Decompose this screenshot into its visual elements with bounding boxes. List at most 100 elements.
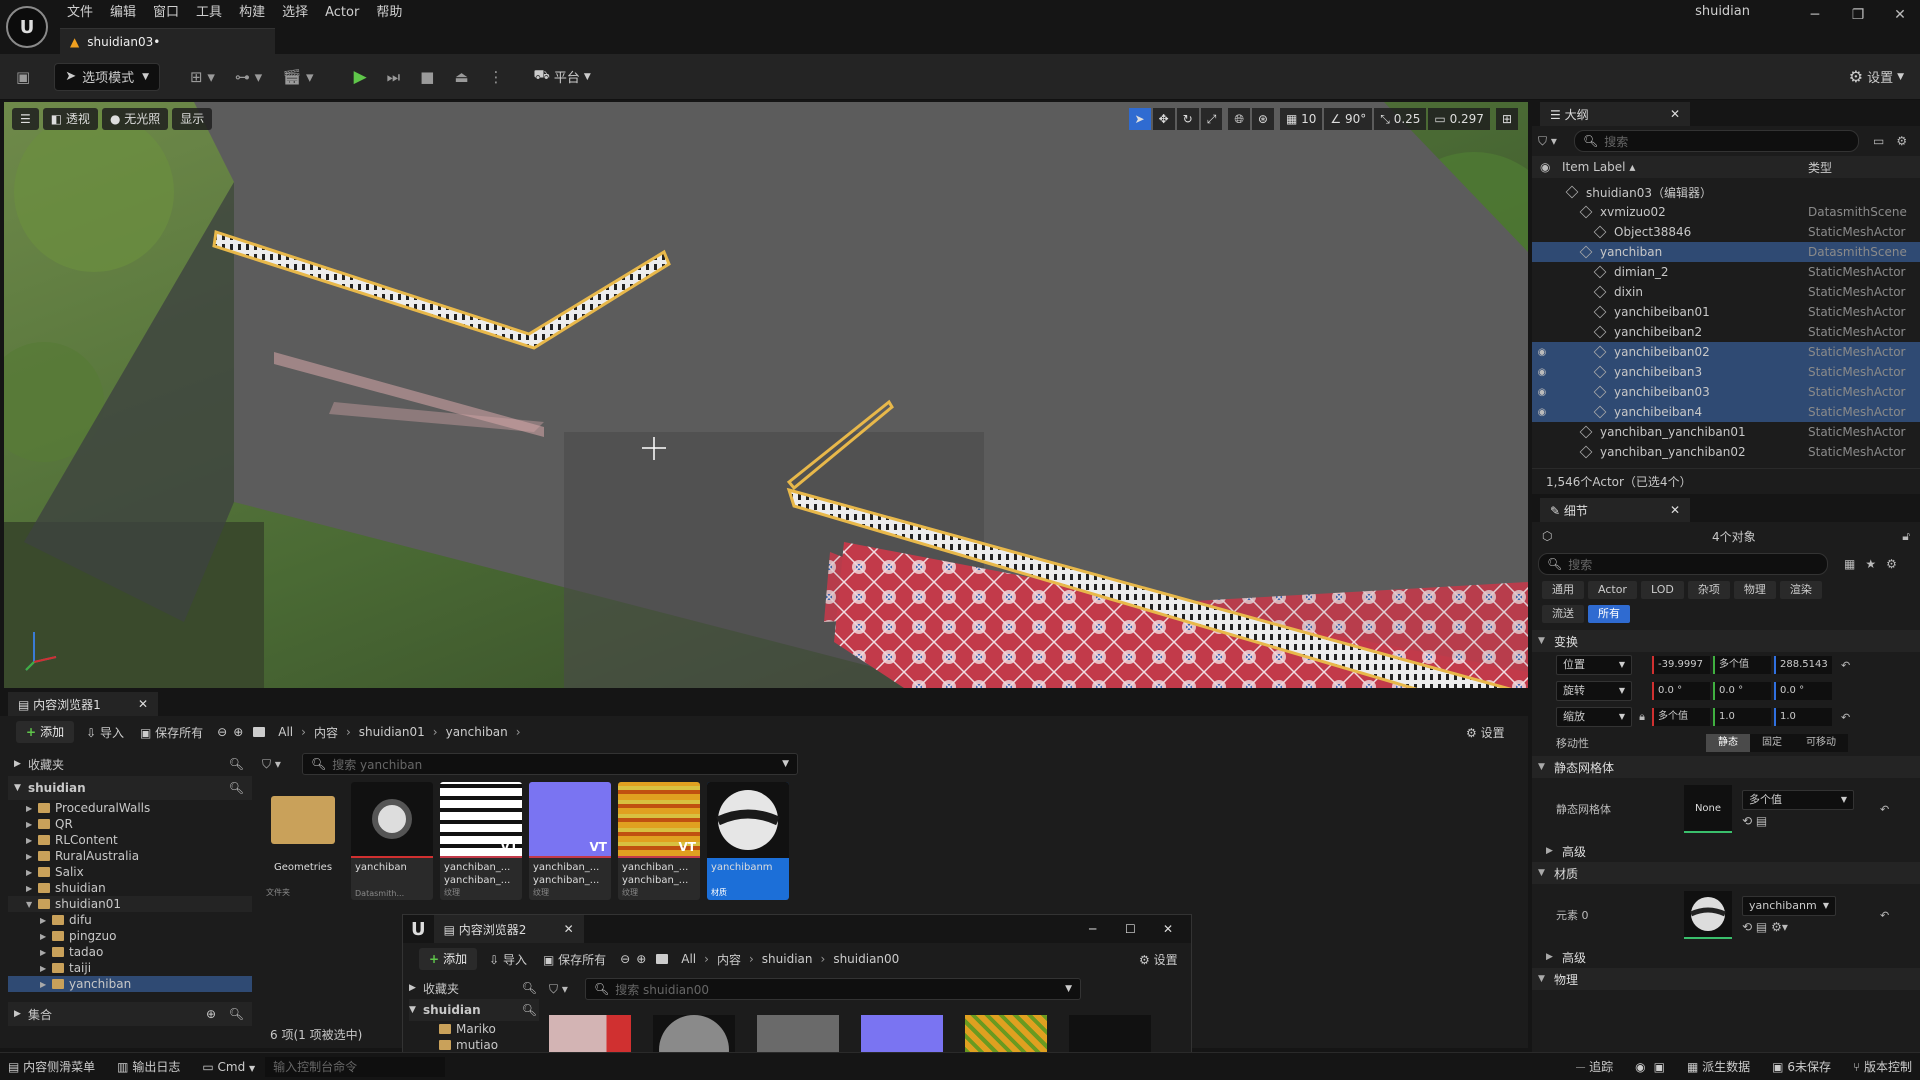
- asset-tile[interactable]: Geometries 文件夹: [262, 782, 344, 900]
- outliner-row[interactable]: Object38846 StaticMeshActor: [1532, 222, 1920, 242]
- material-picker[interactable]: yanchibanm ▼: [1742, 896, 1836, 916]
- show-button[interactable]: 显示: [172, 108, 213, 130]
- level-tab[interactable]: ▲ shuidian03•: [60, 28, 275, 54]
- eye-icon[interactable]: ◉: [1532, 407, 1552, 418]
- physics-section-header[interactable]: ▼ 物理: [1532, 968, 1920, 990]
- mobility-stationary[interactable]: 固定: [1750, 734, 1794, 752]
- tree-folder-item[interactable]: ▶ Salix: [8, 864, 252, 880]
- search-icon[interactable]: 🔍︎: [522, 981, 537, 995]
- search-icon[interactable]: 🔍︎: [229, 757, 244, 771]
- save-icon[interactable]: ▣: [6, 62, 40, 92]
- eye-icon[interactable]: ◉: [1532, 347, 1552, 358]
- grid-snap-toggle[interactable]: ▦ 10: [1279, 108, 1323, 130]
- menu-actor[interactable]: Actor: [320, 2, 371, 24]
- outliner-row[interactable]: dimian_2 StaticMeshActor: [1532, 262, 1920, 282]
- trace-button[interactable]: ⏤ 追踪: [1576, 1058, 1613, 1075]
- lock-icon[interactable]: 🔓︎: [1902, 529, 1910, 544]
- tab-physics[interactable]: 物理: [1733, 581, 1776, 599]
- column-type[interactable]: 类型: [1808, 159, 1832, 176]
- platform-button[interactable]: ⛟ 平台 ▼: [524, 62, 601, 92]
- rotation-dropdown[interactable]: 旋转 ▼: [1556, 681, 1632, 701]
- import-button[interactable]: ⇩ 导入: [86, 724, 124, 741]
- asset-tile[interactable]: VT yanchiban_... yanchiban_... 纹理: [440, 782, 522, 900]
- folder-icon[interactable]: ▤: [1756, 920, 1767, 934]
- close-icon[interactable]: ✕: [138, 697, 148, 711]
- table-view-icon[interactable]: ▦: [1844, 557, 1855, 571]
- breadcrumb-shuidian01[interactable]: shuidian01: [359, 725, 425, 739]
- tab-all[interactable]: 所有: [1588, 605, 1630, 623]
- asset-tile[interactable]: VT yanchiban_... yanchiban_... 纹理: [618, 782, 700, 900]
- maximize-button[interactable]: ☐: [1125, 922, 1136, 936]
- surface-snap-icon[interactable]: ⊛: [1251, 108, 1274, 130]
- cb1-search-input[interactable]: 🔍︎ 搜索 yanchiban ▼: [302, 753, 798, 775]
- favorites-header[interactable]: ▶ 收藏夹 🔍︎: [8, 752, 252, 776]
- play-options-icon[interactable]: ⋮: [479, 62, 514, 92]
- lock-icon[interactable]: 🔒︎: [1632, 710, 1652, 724]
- menu-window[interactable]: 窗口: [148, 2, 191, 24]
- location-dropdown[interactable]: 位置 ▼: [1556, 655, 1632, 675]
- tab-actor[interactable]: Actor: [1588, 581, 1637, 599]
- outliner-row[interactable]: yanchiban DatasmithScene: [1532, 242, 1920, 262]
- star-icon[interactable]: ★: [1865, 557, 1876, 571]
- breadcrumb-all[interactable]: All: [681, 952, 696, 966]
- outliner-row[interactable]: dixin StaticMeshActor: [1532, 282, 1920, 302]
- outliner-search-input[interactable]: 🔍︎ 搜索: [1574, 130, 1859, 152]
- filter-icon[interactable]: ⛉ ▾: [1538, 134, 1574, 149]
- breadcrumb-all[interactable]: All: [278, 725, 293, 739]
- scale-z-field[interactable]: 1.0: [1774, 708, 1832, 726]
- content-drawer-button[interactable]: ▤ 内容侧滑菜单: [8, 1058, 95, 1075]
- world-space-icon[interactable]: 🌐︎: [1228, 108, 1250, 130]
- close-window-button[interactable]: ✕: [1163, 922, 1173, 936]
- menu-select[interactable]: 选择: [277, 2, 320, 24]
- rotation-z-field[interactable]: 0.0 °: [1774, 682, 1832, 700]
- breadcrumb-yanchiban[interactable]: yanchiban: [446, 725, 508, 739]
- blueprint-icon[interactable]: ⊶ ▾: [225, 62, 272, 92]
- gear-icon[interactable]: ⚙: [1896, 134, 1907, 148]
- tree-folder-item[interactable]: ▶ QR: [8, 816, 252, 832]
- tree-folder-item[interactable]: ▶ yanchiban: [8, 976, 252, 992]
- eye-icon[interactable]: ◉: [1532, 387, 1552, 398]
- location-y-field[interactable]: 多个值: [1713, 656, 1771, 674]
- breadcrumb-shuidian00[interactable]: shuidian00: [833, 952, 899, 966]
- gear-icon[interactable]: ⚙: [1886, 557, 1897, 571]
- tree-folder-item[interactable]: ▶ ProceduralWalls: [8, 800, 252, 816]
- static-mesh-picker[interactable]: 多个值 ▼: [1742, 790, 1854, 810]
- menu-edit[interactable]: 编辑: [105, 2, 148, 24]
- minimize-button[interactable]: ─: [1795, 4, 1835, 26]
- favorites-header[interactable]: ▶ 收藏夹 🔍︎: [409, 977, 539, 999]
- save-all-button[interactable]: ▣ 保存所有: [140, 724, 203, 741]
- menu-build[interactable]: 构建: [234, 2, 277, 24]
- settings-button[interactable]: ⚙ 设置 ▼: [1839, 62, 1914, 92]
- tree-folder-item[interactable]: ▶ shuidian: [8, 880, 252, 896]
- breadcrumb-content[interactable]: 内容: [717, 951, 741, 968]
- scale-snap-toggle[interactable]: ⤡ 0.25: [1374, 108, 1427, 130]
- tree-folder-item[interactable]: ▼ shuidian01: [8, 896, 252, 912]
- outliner-row[interactable]: shuidian03（编辑器）: [1532, 182, 1920, 202]
- add-collection-icon[interactable]: ⊕: [206, 1007, 216, 1021]
- outliner-row[interactable]: ◉ yanchibeiban3 StaticMeshActor: [1532, 362, 1920, 382]
- translate-tool-icon[interactable]: ✥: [1152, 108, 1175, 130]
- perspective-button[interactable]: ◧ 透视: [42, 108, 98, 130]
- materials-advanced[interactable]: ▶ 高级: [1532, 946, 1920, 968]
- static-mesh-section-header[interactable]: ▼ 静态网格体: [1532, 756, 1920, 778]
- mobility-movable[interactable]: 可移动: [1794, 734, 1848, 752]
- tab-general[interactable]: 通用: [1542, 581, 1584, 599]
- asset-tile[interactable]: VT yanchiban_... yanchiban_... 纹理: [529, 782, 611, 900]
- scale-x-field[interactable]: 多个值: [1652, 708, 1710, 726]
- filter-icon[interactable]: ⛉ ▾: [549, 982, 585, 997]
- tree-folder-item[interactable]: mutiao: [409, 1037, 539, 1053]
- asset-tile[interactable]: yanchiban Datasmith...: [351, 782, 433, 900]
- cb1-settings-button[interactable]: ⚙ 设置: [1466, 724, 1505, 741]
- outliner-row[interactable]: ◉ yanchibeiban4 StaticMeshActor: [1532, 402, 1920, 422]
- rotation-snap-toggle[interactable]: ∠ 90°: [1324, 108, 1373, 130]
- tree-folder-item[interactable]: ▶ difu: [8, 912, 252, 928]
- menu-file[interactable]: 文件: [62, 2, 105, 24]
- close-icon[interactable]: ✕: [1670, 503, 1680, 517]
- cb2-tab[interactable]: ▤ 内容浏览器2 ✕: [433, 915, 584, 943]
- details-search-input[interactable]: 🔍︎ 搜索: [1538, 553, 1828, 575]
- cb2-search-input[interactable]: 🔍︎ 搜索 shuidian00 ▼: [585, 978, 1081, 1000]
- camera-icon[interactable]: ▣: [1654, 1060, 1665, 1074]
- record-icon[interactable]: ◉: [1635, 1060, 1645, 1074]
- outliner-row[interactable]: yanchibeiban2 StaticMeshActor: [1532, 322, 1920, 342]
- transform-section-header[interactable]: ▼ 变换: [1532, 630, 1920, 652]
